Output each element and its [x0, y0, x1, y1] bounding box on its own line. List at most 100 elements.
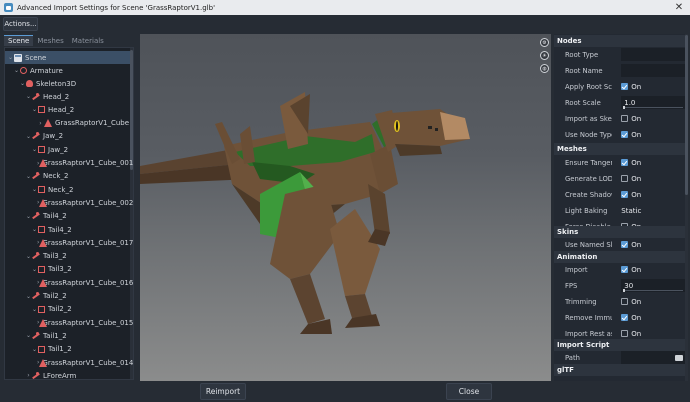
root-scale-spinbox[interactable]: 1.0: [621, 96, 685, 109]
tree-item-bone-attachment[interactable]: ⌄ Head_2: [5, 103, 131, 116]
import-settings-inspector[interactable]: Nodes Root Type Root Name Apply Root Sca…: [554, 34, 688, 381]
expand-arrow-icon[interactable]: ⌄: [25, 173, 32, 180]
checkbox-checked-icon[interactable]: [621, 191, 629, 198]
trimming-toggle[interactable]: On: [621, 295, 685, 308]
expand-arrow-icon[interactable]: ›: [25, 372, 32, 379]
checkbox-checked-icon[interactable]: [621, 266, 629, 273]
gizmo-icon[interactable]: ⚙: [540, 38, 549, 47]
expand-arrow-icon[interactable]: ⌄: [31, 106, 38, 113]
expand-arrow-icon[interactable]: ⌄: [25, 332, 32, 339]
tree-item-skeleton[interactable]: ⌄ Skeleton3D: [5, 77, 131, 90]
tree-item-bone-attachment[interactable]: ⌄ Tail3_2: [5, 263, 131, 276]
expand-arrow-icon[interactable]: ⌄: [7, 54, 14, 61]
import-as-skeleton-toggle[interactable]: On: [621, 112, 685, 125]
tree-item-bone-attachment[interactable]: ⌄ Neck_2: [5, 183, 131, 196]
section-nodes[interactable]: Nodes: [554, 35, 685, 47]
checkbox-checked-icon[interactable]: [621, 159, 629, 166]
root-name-field[interactable]: [621, 64, 685, 77]
tree-item-mesh[interactable]: › GrassRaptorV1_Cube_017: [5, 236, 133, 249]
create-shadow-meshes-toggle[interactable]: On: [621, 188, 685, 201]
animation-import-toggle[interactable]: On: [621, 263, 685, 276]
tab-meshes[interactable]: Meshes: [33, 35, 67, 46]
checkbox-checked-icon[interactable]: [621, 83, 629, 90]
inspector-scrollbar-thumb[interactable]: [685, 35, 688, 195]
section-gltf[interactable]: glTF: [554, 364, 685, 376]
tab-scene[interactable]: Scene: [4, 35, 34, 46]
tree-item-mesh[interactable]: › GrassRaptorV1_Cube_001: [5, 157, 133, 170]
expand-arrow-icon[interactable]: ⌄: [31, 186, 38, 193]
remove-immutable-toggle[interactable]: On: [621, 311, 685, 324]
tree-item-bone[interactable]: ⌄ Head_2: [5, 90, 131, 103]
expand-arrow-icon[interactable]: ⌄: [19, 80, 26, 87]
prop-ensure-tangents[interactable]: Ensure Tangents On: [554, 155, 685, 170]
prop-generate-lods[interactable]: Generate LODs On: [554, 171, 685, 186]
close-button[interactable]: Close: [446, 383, 492, 400]
tree-item-armature[interactable]: ⌄ Armature: [5, 64, 131, 77]
tree-item-bone[interactable]: ⌄ Neck_2: [5, 170, 131, 183]
expand-arrow-icon[interactable]: ⌄: [31, 266, 38, 273]
expand-arrow-icon[interactable]: ⌄: [25, 213, 32, 220]
fps-spinbox[interactable]: 30: [621, 279, 685, 292]
tree-item-bone[interactable]: › LForeArm: [5, 369, 131, 379]
script-path-field[interactable]: [621, 351, 685, 364]
expand-arrow-icon[interactable]: ⌄: [31, 146, 38, 153]
use-node-type-suffixes-toggle[interactable]: On: [621, 128, 685, 141]
inspector-scrollbar[interactable]: [685, 34, 688, 381]
prop-light-baking[interactable]: Light Baking Static: [554, 203, 685, 218]
close-window-icon[interactable]: ✕: [672, 0, 686, 15]
tree-item-bone[interactable]: ⌄ Tail3_2: [5, 250, 131, 263]
tree-item-bone-attachment[interactable]: ⌄ Jaw_2: [5, 143, 131, 156]
tree-item-bone-attachment[interactable]: ⌄ Tail1_2: [5, 343, 131, 356]
generate-lods-toggle[interactable]: On: [621, 172, 685, 185]
prop-use-named-skins[interactable]: Use Named Skins On: [554, 237, 685, 252]
expand-arrow-icon[interactable]: ⌄: [25, 133, 32, 140]
3d-preview-viewport[interactable]: ⚙ ☀ ◍: [140, 34, 551, 381]
checkbox-unchecked-icon[interactable]: [621, 298, 629, 305]
actions-menu-button[interactable]: Actions...: [3, 17, 38, 31]
tree-item-bone[interactable]: ⌄ Tail1_2: [5, 329, 131, 342]
section-meshes[interactable]: Meshes: [554, 143, 685, 155]
prop-trimming[interactable]: Trimming On: [554, 294, 685, 309]
expand-arrow-icon[interactable]: ⌄: [25, 253, 32, 260]
expand-arrow-icon[interactable]: ⌄: [25, 93, 32, 100]
scene-tree[interactable]: ⌄ Scene ⌄ Armature ⌄ Skeleton3D ⌄ Head_2 ⌄…: [4, 47, 134, 380]
root-scale-slider[interactable]: [623, 106, 684, 109]
expand-arrow-icon[interactable]: ⌄: [31, 306, 38, 313]
tree-item-bone[interactable]: ⌄ Jaw_2: [5, 130, 131, 143]
prop-root-name[interactable]: Root Name: [554, 63, 685, 78]
tree-item-bone[interactable]: ⌄ Tail2_2: [5, 290, 131, 303]
tree-item-mesh[interactable]: › GrassRaptorV1_Cube_015: [5, 316, 133, 329]
light-baking-dropdown[interactable]: Static: [621, 204, 685, 217]
fps-slider[interactable]: [623, 289, 684, 292]
apply-root-scale-toggle[interactable]: On: [621, 80, 685, 93]
tree-item-scene[interactable]: ⌄ Scene: [5, 51, 131, 64]
sun-icon[interactable]: ☀: [540, 51, 549, 60]
prop-root-type[interactable]: Root Type: [554, 47, 685, 62]
tree-item-mesh[interactable]: › GrassRaptorV1_Cube_014: [5, 356, 133, 369]
checkbox-unchecked-icon[interactable]: [621, 115, 629, 122]
checkbox-checked-icon[interactable]: [621, 131, 629, 138]
root-type-field[interactable]: [621, 48, 685, 61]
tree-item-bone-attachment[interactable]: ⌄ Tail4_2: [5, 223, 131, 236]
prop-create-shadow-meshes[interactable]: Create Shadow M On: [554, 187, 685, 202]
ensure-tangents-toggle[interactable]: On: [621, 156, 685, 169]
tree-item-mesh[interactable]: › GrassRaptorV1_Cube_002: [5, 196, 133, 209]
checkbox-unchecked-icon[interactable]: [621, 175, 629, 182]
use-named-skins-toggle[interactable]: On: [621, 238, 685, 251]
prop-animation-import[interactable]: Import On: [554, 262, 685, 277]
checkbox-checked-icon[interactable]: [621, 314, 629, 321]
tab-materials[interactable]: Materials: [68, 35, 108, 46]
expand-arrow-icon[interactable]: ⌄: [31, 346, 38, 353]
checkbox-checked-icon[interactable]: [621, 241, 629, 248]
prop-use-node-type-suffixes[interactable]: Use Node Type Su On: [554, 127, 685, 142]
reimport-button[interactable]: Reimport: [200, 383, 246, 400]
tree-item-mesh[interactable]: › GrassRaptorV1_Cube_016: [5, 276, 133, 289]
prop-script-path[interactable]: Path: [554, 350, 685, 365]
expand-arrow-icon[interactable]: ›: [37, 120, 44, 127]
tree-item-mesh[interactable]: › GrassRaptorV1_Cube: [5, 117, 131, 130]
environment-icon[interactable]: ◍: [540, 64, 549, 73]
prop-import-as-skeleton[interactable]: Import as Skeleto On: [554, 111, 685, 126]
prop-apply-root-scale[interactable]: Apply Root Scale On: [554, 79, 685, 94]
expand-arrow-icon[interactable]: ⌄: [31, 226, 38, 233]
prop-fps[interactable]: FPS 30: [554, 278, 685, 293]
